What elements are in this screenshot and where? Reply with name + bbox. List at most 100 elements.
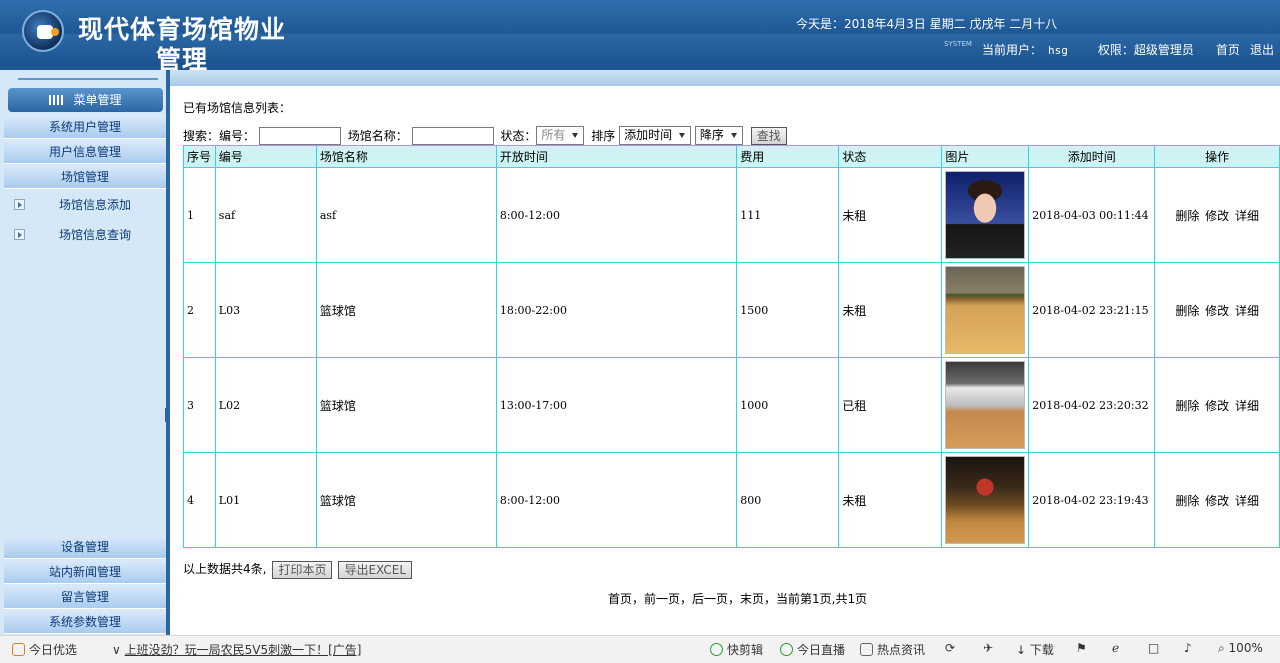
header-subbar (0, 70, 1280, 86)
code-input[interactable] (258, 126, 341, 145)
today-pick[interactable]: 今日优选 (12, 641, 77, 658)
site-logo (22, 10, 64, 52)
cell-fee: 1500 (736, 262, 840, 358)
sidebar-subitem-venue-query[interactable]: 场馆信息查询 (14, 224, 164, 246)
quick-clip[interactable]: 快剪辑 (710, 641, 763, 658)
current-user-label: 当前用户： (982, 43, 1043, 57)
search-label: 搜索： (183, 129, 220, 143)
cell-image (941, 357, 1030, 453)
sidebar-item-messages[interactable]: 留言管理 (4, 585, 166, 609)
today-pick-label: 今日优选 (29, 643, 78, 657)
cell-status: 未租 (838, 167, 943, 263)
record-count: 以上数据共4条, (183, 562, 267, 576)
venue-name-input[interactable] (411, 126, 494, 145)
cell-status: 未租 (838, 262, 943, 358)
detail-link[interactable]: 详细 (1235, 209, 1259, 223)
hot-news[interactable]: 热点资讯 (860, 641, 925, 658)
cell-name: asf (315, 167, 497, 263)
sort-field-select[interactable]: 添加时间 (619, 126, 692, 145)
search-button[interactable]: 查找 (750, 126, 787, 145)
pin-icon[interactable]: ✈ (983, 641, 993, 655)
gym-photo[interactable] (945, 266, 1026, 354)
arrow-right-icon (14, 199, 25, 210)
cell-added-time: 2018-04-02 23:19:43 (1028, 452, 1156, 548)
news-link[interactable]: 上班没劲？玩一局农民5V5刺激一下！[广告] (125, 643, 362, 657)
sidebar: 菜单管理 系统用户管理 用户信息管理 场馆管理 场馆信息添加 场馆信息查询 设备… (0, 70, 170, 635)
cell-index: 3 (183, 357, 216, 453)
status-label: 状态： (500, 129, 537, 143)
gym-photo[interactable] (945, 456, 1026, 544)
download[interactable]: ↓ 下载 (1016, 641, 1054, 658)
sidebar-item-system-params[interactable]: 系统参数管理 (4, 610, 166, 634)
column-header: 场馆名称 (315, 145, 497, 168)
edit-link[interactable]: 修改 (1205, 494, 1229, 508)
live-icon (780, 643, 793, 656)
news-ticker[interactable]: ∨ 上班没劲？玩一局农民5V5刺激一下！[广告] (112, 641, 361, 658)
cell-hours: 18:00-22:00 (495, 262, 738, 358)
cell-operations: 删除 修改 详细 (1154, 262, 1280, 358)
status-select[interactable]: 所有 (536, 126, 585, 145)
cell-fee: 111 (736, 167, 840, 263)
gym-photo[interactable] (945, 361, 1026, 449)
table-row: 4 L01 篮球馆 8:00-12:00 800 未租 2018-04-02 2… (183, 452, 1280, 548)
live[interactable]: 今日直播 (780, 641, 845, 658)
site-title-line2: 管理 (156, 45, 209, 70)
current-date: 今天是：2018年4月3日 星期二 戊戌年 二月十八 (796, 17, 1058, 31)
download-icon: ↓ (1016, 643, 1030, 657)
menu-tab-cap (18, 78, 158, 88)
cell-image (941, 262, 1030, 358)
grid-icon (49, 95, 64, 105)
sidebar-item-user-info[interactable]: 用户信息管理 (4, 140, 166, 164)
flag-icon[interactable]: ⚑ (1076, 641, 1087, 655)
cell-operations: 删除 修改 详细 (1154, 357, 1280, 453)
edit-link[interactable]: 修改 (1205, 399, 1229, 413)
cell-hours: 8:00-12:00 (495, 167, 738, 263)
cell-index: 1 (183, 167, 216, 263)
edit-link[interactable]: 修改 (1205, 209, 1229, 223)
hot-news-label: 热点资讯 (877, 643, 926, 657)
ie-icon[interactable]: ℯ (1112, 641, 1119, 655)
table-row: 2 L03 篮球馆 18:00-22:00 1500 未租 2018-04-02… (183, 262, 1280, 358)
detail-link[interactable]: 详细 (1235, 399, 1259, 413)
sidebar-collapse-handle[interactable] (165, 408, 170, 422)
gift-icon (12, 643, 25, 656)
table-row: 3 L02 篮球馆 13:00-17:00 1000 已租 2018-04-02… (183, 357, 1280, 453)
table-row: 1 saf asf 8:00-12:00 111 未租 2018-04-03 0… (183, 167, 1280, 263)
system-tag: SYSTEM (944, 40, 972, 48)
menu-title: 菜单管理 (73, 93, 122, 107)
sidebar-item-equipment[interactable]: 设备管理 (4, 535, 166, 559)
browser-statusbar: 今日优选 ∨ 上班没劲？玩一局农民5V5刺激一下！[广告] 快剪辑 今日直播 热… (0, 635, 1280, 663)
cell-index: 4 (183, 452, 216, 548)
home-link[interactable]: 首页 (1216, 43, 1240, 57)
export-excel-button[interactable]: 导出EXCEL (338, 560, 413, 579)
logout-link[interactable]: 退出 (1250, 43, 1274, 57)
pagination[interactable]: 首页，前一页，后一页，末页，当前第1页,共1页 (608, 590, 867, 607)
role-value: 超级管理员 (1133, 43, 1194, 57)
delete-link[interactable]: 删除 (1175, 209, 1199, 223)
window-icon[interactable]: □ (1148, 641, 1159, 655)
edit-link[interactable]: 修改 (1205, 304, 1229, 318)
delete-link[interactable]: 删除 (1175, 399, 1199, 413)
arrow-right-icon (14, 229, 25, 240)
zoom[interactable]: ⌕ 100% (1218, 641, 1263, 656)
cell-code: L03 (214, 262, 317, 358)
zoom-icon: ⌕ (1218, 641, 1229, 655)
detail-link[interactable]: 详细 (1235, 494, 1259, 508)
portrait-photo[interactable] (945, 171, 1026, 259)
table-header-row: 序号 编号 场馆名称 开放时间 费用 状态 图片 添加时间 操作 (183, 145, 1280, 168)
sidebar-item-site-news[interactable]: 站内新闻管理 (4, 560, 166, 584)
delete-link[interactable]: 删除 (1175, 494, 1199, 508)
delete-link[interactable]: 删除 (1175, 304, 1199, 318)
volume-icon[interactable]: ♪ (1184, 641, 1192, 655)
column-header: 序号 (183, 145, 216, 168)
sidebar-item-venue-management[interactable]: 场馆管理 (4, 165, 166, 189)
print-button[interactable]: 打印本页 (272, 560, 333, 579)
cell-hours: 8:00-12:00 (495, 452, 738, 548)
cell-fee: 1000 (736, 357, 840, 453)
sidebar-subitem-venue-add[interactable]: 场馆信息添加 (14, 194, 164, 216)
column-header: 操作 (1154, 145, 1280, 168)
detail-link[interactable]: 详细 (1235, 304, 1259, 318)
sort-order-select[interactable]: 降序 (694, 126, 743, 145)
sidebar-item-system-users[interactable]: 系统用户管理 (4, 115, 166, 139)
refresh-icon[interactable]: ⟳ (945, 641, 955, 655)
